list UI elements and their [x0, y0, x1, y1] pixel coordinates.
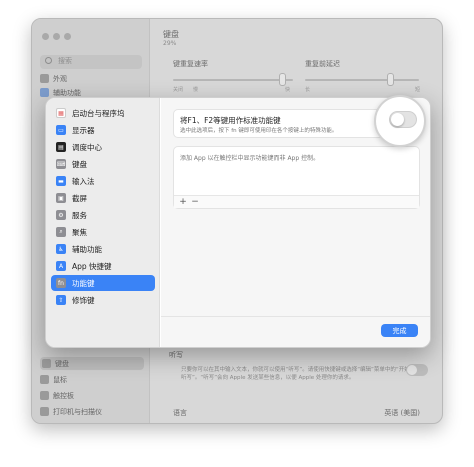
shortcut-category-spotlight[interactable]: ⌕ 聚焦	[51, 224, 155, 240]
category-label: 辅助功能	[72, 244, 102, 254]
accessibility-icon: ♿	[56, 244, 66, 254]
category-label: 截屏	[72, 193, 87, 203]
shortcut-category-keyboard[interactable]: ⌨ 键盘	[51, 156, 155, 172]
dictation-description: 只要你可以在其中输入文本，你就可以使用“听写”。请使用快捷键或选择“编辑”菜单中…	[181, 367, 410, 381]
spotlight-icon: ⌕	[56, 227, 66, 237]
mission-control-icon: ▤	[56, 142, 66, 152]
launchpad-icon: ▦	[56, 108, 66, 118]
category-label: 服务	[72, 210, 87, 220]
shortcut-category-displays[interactable]: ▭ 显示器	[51, 122, 155, 138]
sidebar-item-keyboard[interactable]: 键盘	[40, 357, 144, 370]
touch-bar-app-list: 添加 App 以在触控栏中显示功能键而非 App 控制。 + −	[173, 146, 420, 209]
dictation-title: 听写	[169, 351, 183, 359]
shortcut-category-accessibility[interactable]: ♿ 辅助功能	[51, 241, 155, 257]
app-list-placeholder: 添加 App 以在触控栏中显示功能键而非 App 控制。	[180, 155, 320, 162]
modifier-key-icon: ⇧	[56, 295, 66, 305]
page-title: 键盘	[163, 30, 179, 39]
category-label: App 快捷键	[72, 261, 112, 271]
shortcut-category-app-shortcuts[interactable]: A App 快捷键	[51, 258, 155, 274]
zoom-window-button[interactable]	[64, 33, 71, 40]
category-label: 功能键	[72, 278, 95, 288]
fn-keys-toggle-magnified[interactable]	[389, 111, 417, 128]
category-label: 启动台与程序坞	[72, 108, 125, 118]
sidebar-item-label: 鼠标	[53, 375, 67, 384]
language-select[interactable]: 英语 (美国)	[384, 408, 420, 418]
category-label: 修饰键	[72, 295, 95, 305]
repeat-delay-label: 重复前延迟	[305, 60, 340, 68]
shortcut-category-modifier-keys[interactable]: ⇧ 修饰键	[51, 292, 155, 308]
trackpad-icon	[40, 391, 49, 400]
printer-icon	[40, 407, 49, 416]
list-controls: + −	[174, 195, 419, 208]
keyboard-icon	[42, 359, 51, 368]
shortcut-category-mission-control[interactable]: ▤ 调度中心	[51, 139, 155, 155]
input-method-icon: ▬	[56, 176, 66, 186]
tick-label-short: 短	[415, 87, 421, 93]
category-label: 显示器	[72, 125, 95, 135]
add-app-button[interactable]: +	[178, 197, 188, 207]
mouse-icon	[40, 375, 49, 384]
toggle-knob	[391, 113, 404, 126]
category-label: 聚焦	[72, 227, 87, 237]
category-label: 调度中心	[72, 142, 102, 152]
screenshot-icon: ▣	[56, 193, 66, 203]
keyboard-shortcuts-sheet: ▦ 启动台与程序坞 ▭ 显示器 ▤ 调度中心 ⌨ 键盘 ▬ 输入法 ▣ 截屏 ⚙ 服务 ⌕ 聚焦…	[45, 97, 431, 348]
keyboard-icon: ⌨	[56, 159, 66, 169]
dictation-toggle[interactable]	[406, 364, 428, 376]
app-shortcuts-icon: A	[56, 261, 66, 271]
shortcut-category-services[interactable]: ⚙ 服务	[51, 207, 155, 223]
shortcuts-sidebar: ▦ 启动台与程序坞 ▭ 显示器 ▤ 调度中心 ⌨ 键盘 ▬ 输入法 ▣ 截屏 ⚙ 服务 ⌕ 聚焦…	[46, 98, 160, 347]
shortcut-category-launchpad[interactable]: ▦ 启动台与程序坞	[51, 105, 155, 121]
sidebar-item-label: 辅助功能	[53, 88, 81, 97]
shortcut-category-function-keys[interactable]: fn 功能键	[51, 275, 155, 291]
sidebar-item-label: 打印机与扫描仪	[53, 407, 102, 416]
appearance-icon	[40, 74, 49, 83]
gear-icon: ⚙	[56, 210, 66, 220]
battery-status: 29%	[163, 40, 177, 47]
key-repeat-slider-thumb[interactable]	[279, 73, 286, 86]
sidebar-item-label: 触控板	[53, 391, 74, 400]
minimize-window-button[interactable]	[53, 33, 60, 40]
tick-label-long: 长	[305, 87, 311, 93]
sidebar-item-label: 外观	[53, 74, 67, 83]
language-label: 语言	[173, 409, 187, 417]
search-icon	[45, 57, 52, 64]
sidebar-search-field[interactable]: 搜索	[40, 55, 142, 69]
sidebar-item-mouse[interactable]: 鼠标	[40, 373, 67, 386]
function-key-icon: fn	[56, 278, 66, 288]
category-label: 键盘	[72, 159, 87, 169]
accessibility-icon	[40, 88, 49, 97]
repeat-delay-slider[interactable]	[305, 79, 419, 81]
close-window-button[interactable]	[42, 33, 49, 40]
search-placeholder: 搜索	[58, 57, 72, 65]
sidebar-item-printers[interactable]: 打印机与扫描仪	[40, 405, 102, 418]
tick-label-off: 关闭	[173, 87, 184, 93]
repeat-delay-slider-thumb[interactable]	[387, 73, 394, 86]
footer-divider	[161, 316, 430, 317]
display-icon: ▭	[56, 125, 66, 135]
shortcut-category-screenshots[interactable]: ▣ 截屏	[51, 190, 155, 206]
fn-keys-option-title: 将F1、F2等键用作标准功能键	[180, 116, 281, 125]
fn-keys-option-description: 选中此选项后，按下 fn 键即可使用印在各个按键上的特殊功能。	[180, 128, 338, 134]
remove-app-button[interactable]: −	[190, 197, 200, 207]
sidebar-item-trackpad[interactable]: 触控板	[40, 389, 74, 402]
category-label: 输入法	[72, 176, 95, 186]
sidebar-item-appearance[interactable]: 外观	[40, 72, 67, 85]
tick-label-fast: 快	[285, 87, 291, 93]
tick-label-slow: 慢	[193, 87, 199, 93]
key-repeat-label: 键重复速率	[173, 60, 208, 68]
sidebar-item-label: 键盘	[55, 359, 69, 368]
shortcut-category-input-sources[interactable]: ▬ 输入法	[51, 173, 155, 189]
done-button[interactable]: 完成	[381, 324, 418, 337]
key-repeat-slider[interactable]	[173, 79, 293, 81]
